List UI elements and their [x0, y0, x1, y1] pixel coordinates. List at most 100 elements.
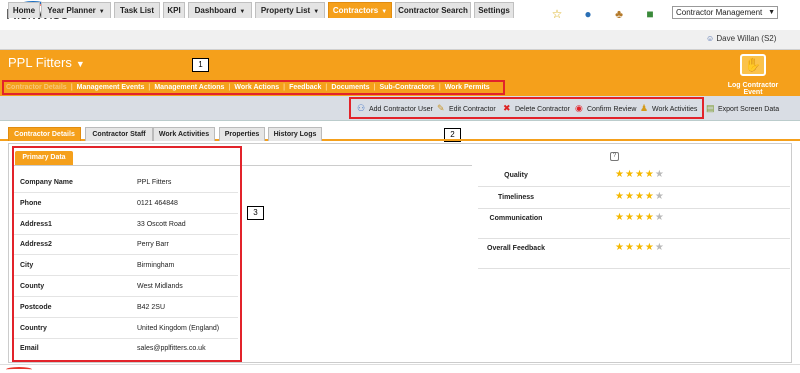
chevron-down-icon: ▼	[381, 9, 388, 15]
module-select-value: Contractor Management	[676, 8, 763, 17]
content-tab-contractor-details[interactable]: Contractor Details	[8, 127, 81, 141]
data-row-value: PPL Fitters	[137, 179, 172, 186]
row-divider	[14, 316, 238, 318]
nav-tab-task-list[interactable]: Task List	[114, 2, 160, 18]
callout-1: 1	[192, 58, 209, 72]
star-icon: ★	[615, 169, 625, 180]
row-divider	[14, 296, 238, 297]
page-title[interactable]: PPL Fitters ▼	[8, 55, 85, 70]
subnav-item-contractor-details[interactable]: Contractor Details	[6, 84, 67, 91]
data-row-value: B42 2SU	[137, 303, 166, 311]
data-row-label: Company Name	[20, 179, 73, 186]
nav-tab-contractor-search[interactable]: Contractor Search	[395, 2, 471, 18]
content-tab-contractor-staff[interactable]: Contractor Staff	[85, 127, 153, 141]
row-divider	[14, 212, 238, 214]
rating-label: Quality	[504, 172, 528, 179]
data-row-label: Country	[20, 324, 47, 332]
nav-tab-label: Property List	[260, 6, 311, 15]
content-tab-work-activities[interactable]: Work Activities	[153, 127, 215, 141]
subnav-item-management-events[interactable]: Management Events	[77, 84, 145, 91]
log-contractor-event-button[interactable]: ✋ Log Contractor Event	[718, 54, 788, 96]
subnav-separator: |	[70, 84, 73, 91]
nav-tab-settings[interactable]: Settings	[474, 2, 514, 18]
page-title-text: PPL Fitters	[8, 55, 72, 70]
user-icon: ☺	[706, 34, 715, 43]
help-icon[interactable]: ?	[610, 152, 619, 161]
nav-tab-label: Contractors	[332, 6, 379, 15]
user-menu[interactable]: ☺ Dave Willan (S2)	[706, 34, 776, 43]
nav-tab-property-list[interactable]: Property List ▼	[255, 2, 325, 18]
star-icon: ★	[615, 191, 625, 202]
star-icon: ★	[634, 191, 645, 202]
delete-contractor-button[interactable]: ✖ Delete Contractor	[503, 103, 570, 114]
star-icon[interactable]: ☆	[550, 7, 564, 21]
main-nav	[0, 30, 800, 50]
row-divider	[14, 192, 238, 193]
add-contractor-user-button[interactable]: ⚇ Add Contractor User	[357, 103, 433, 114]
nav-tab-year-planner[interactable]: Year Planner ▼	[41, 2, 111, 18]
data-row-label: Email	[20, 345, 39, 353]
edit-contractor-button[interactable]: ✎ Edit Contractor	[437, 103, 496, 114]
data-row-label: Postcode	[20, 303, 52, 311]
handshake-icon: ✋	[740, 54, 766, 76]
confirm-review-label: Confirm Review	[587, 106, 637, 113]
nav-tab-label: Task List	[119, 6, 155, 15]
star-icon: ★	[634, 169, 645, 180]
module-select[interactable]: Contractor Management ▼	[672, 6, 778, 19]
data-row-value[interactable]: sales@pplfitters.co.uk	[137, 343, 247, 355]
row-divider	[14, 233, 238, 235]
nav-tab-label: Contractor Search	[398, 6, 468, 15]
nav-tab-label: Dashboard	[194, 6, 237, 15]
rating-label: Timeliness	[497, 194, 535, 201]
star-icon: ★	[654, 191, 665, 202]
confirm-icon: ◉	[575, 103, 583, 113]
rating-label: Communication	[489, 215, 543, 222]
star-icon: ★	[615, 242, 625, 253]
rating-row: Timeliness ★★★★★	[478, 187, 790, 209]
star-icon: ★	[634, 212, 645, 223]
subnav-item-management-actions[interactable]: Management Actions	[154, 84, 224, 91]
chevron-down-icon: ▼	[239, 9, 246, 15]
subnav-item-feedback[interactable]: Feedback	[289, 84, 321, 91]
row-divider	[14, 275, 238, 277]
confirm-review-button[interactable]: ◉ Confirm Review	[575, 103, 636, 114]
subnav-item-work-permits[interactable]: Work Permits	[445, 84, 490, 91]
content-tab-properties[interactable]: Properties	[219, 127, 265, 141]
star-icon: ★	[644, 191, 655, 202]
data-row-label: Address1	[20, 220, 52, 228]
nav-tab-dashboard[interactable]: Dashboard ▼	[188, 2, 252, 18]
delete-contractor-label: Delete Contractor	[515, 106, 570, 113]
content-tab-history-logs[interactable]: History Logs	[268, 127, 322, 141]
globe-icon[interactable]: ●	[581, 7, 595, 21]
nav-tab-home[interactable]: Home	[8, 2, 40, 18]
rating-row: Quality ★★★★★	[478, 165, 790, 187]
subnav-separator: |	[325, 84, 328, 91]
nav-tab-label: Settings	[478, 6, 510, 15]
nav-tab-label: Year Planner	[47, 6, 96, 15]
work-activities-button[interactable]: ♟ Work Activities	[640, 103, 697, 114]
star-icon: ★	[654, 242, 665, 253]
rating-stars: ★★★★★	[615, 212, 665, 223]
worker-icon: ♟	[640, 103, 649, 113]
subnav-item-work-actions[interactable]: Work Actions	[234, 84, 279, 91]
export-screen-data-label: Export Screen Data	[718, 106, 780, 113]
subnav-item-documents[interactable]: Documents	[331, 84, 369, 91]
subnav-item-sub-contractors[interactable]: Sub-Contractors	[379, 84, 434, 91]
star-icon: ★	[634, 242, 645, 253]
users-icon[interactable]: ♣	[612, 7, 626, 21]
data-row-label: Address2	[20, 241, 52, 249]
star-icon: ★	[644, 242, 655, 253]
sub-nav: Contractor Details | Management Events | Man…	[2, 80, 505, 95]
nav-tab-kpi[interactable]: KPI	[163, 2, 185, 18]
pencil-icon: ✎	[437, 103, 445, 113]
data-row-label: City	[20, 262, 34, 270]
logout-icon[interactable]: ■	[643, 7, 657, 21]
star-icon: ★	[654, 212, 665, 223]
star-icon: ★	[644, 169, 655, 180]
star-icon: ★	[615, 212, 625, 223]
chevron-down-icon: ▼	[768, 9, 775, 16]
nav-tab-contractors[interactable]: Contractors ▼	[328, 2, 392, 18]
row-divider	[14, 337, 238, 339]
rating-label: Overall Feedback	[487, 245, 545, 252]
export-screen-data-button[interactable]: ▤ Export Screen Data	[706, 103, 779, 114]
